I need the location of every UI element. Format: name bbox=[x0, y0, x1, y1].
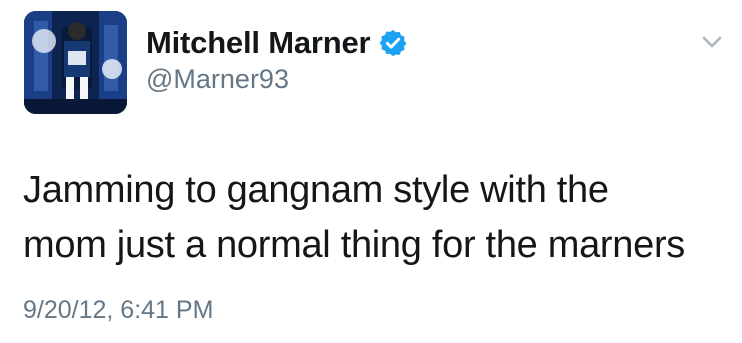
chevron-down-icon[interactable] bbox=[696, 32, 728, 54]
timestamp[interactable]: 9/20/12, 6:41 PM bbox=[23, 296, 213, 325]
display-name[interactable]: Mitchell Marner bbox=[146, 25, 371, 61]
tweet-card: Mitchell Marner @Marner93 Jamming to gan… bbox=[0, 0, 742, 343]
tweet-text: Jamming to gangnam style with the mom ju… bbox=[23, 169, 686, 266]
avatar[interactable] bbox=[24, 11, 127, 114]
name-row: Mitchell Marner bbox=[146, 24, 408, 62]
tweet-header: Mitchell Marner @Marner93 bbox=[146, 24, 408, 95]
user-handle[interactable]: @Marner93 bbox=[146, 64, 408, 95]
avatar-photo-icon bbox=[24, 11, 127, 114]
verified-badge-icon bbox=[378, 28, 408, 58]
